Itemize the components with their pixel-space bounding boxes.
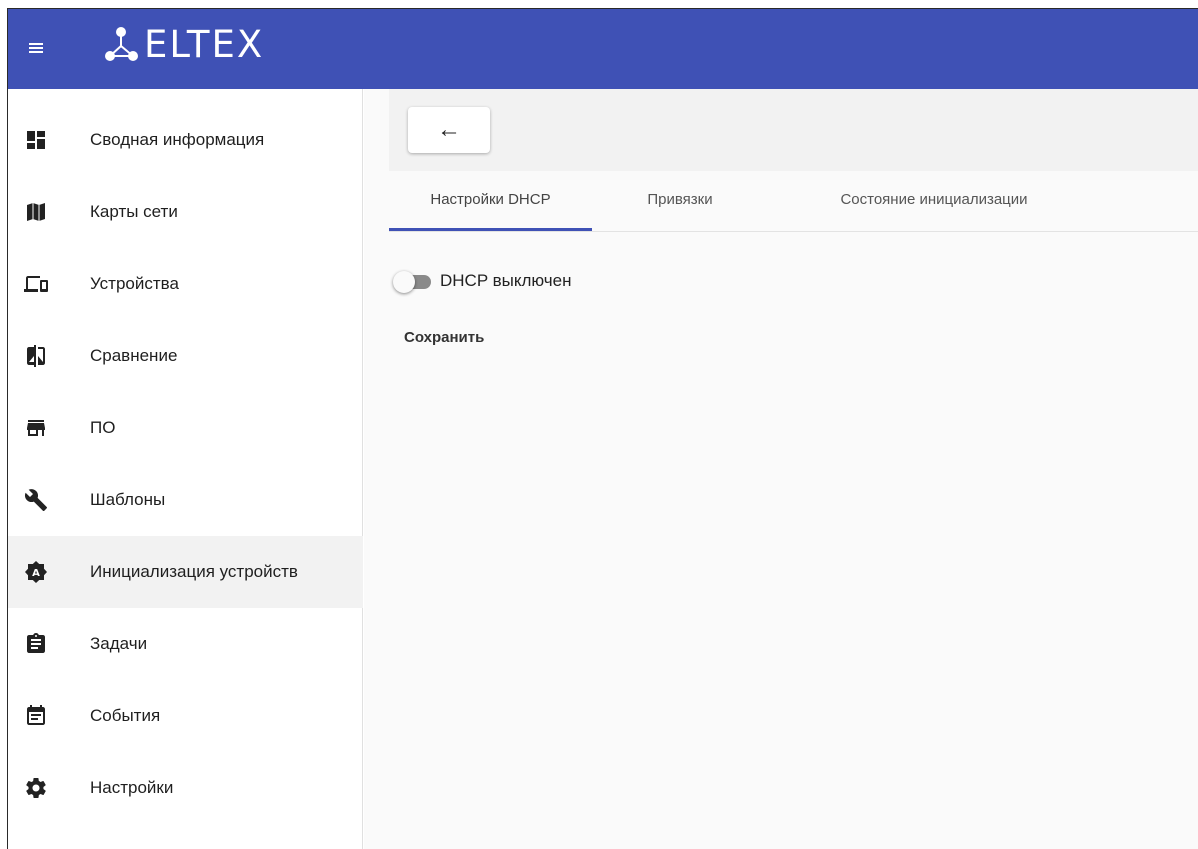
sidebar-item-devices[interactable]: Устройства	[8, 248, 363, 320]
compare-icon	[27, 345, 45, 367]
devices-icon	[24, 276, 48, 292]
tab-init-status[interactable]: Состояние инициализации	[809, 171, 1059, 232]
wrench-icon	[24, 489, 47, 511]
active-tab-indicator	[389, 228, 592, 231]
back-button[interactable]: ←	[408, 107, 490, 153]
gear-icon	[26, 778, 46, 799]
sidebar-item-compare[interactable]: Сравнение	[8, 320, 363, 392]
sidebar-item-label: События	[90, 706, 161, 725]
sidebar-item-network-maps[interactable]: Карты сети	[8, 176, 363, 248]
svg-text:A: A	[32, 568, 40, 579]
tab-dhcp-settings[interactable]: Настройки DHCP	[389, 171, 592, 232]
app-window: ELTEX Сводная информация Карты сети Устр…	[7, 8, 1198, 849]
logo-text: ELTEX	[144, 23, 265, 66]
hamburger-menu-icon[interactable]	[25, 36, 47, 60]
tab-label: Состояние инициализации	[840, 191, 1028, 208]
eltex-logo-icon	[105, 27, 138, 61]
sidebar-item-label: Карты сети	[90, 202, 178, 221]
sidebar-item-label: Устройства	[90, 274, 179, 293]
top-app-bar: ELTEX	[8, 9, 1198, 89]
back-toolbar: ←	[389, 89, 1198, 171]
arrow-left-icon: ←	[437, 116, 461, 143]
sidebar-item-events[interactable]: События	[8, 680, 363, 752]
sidebar-item-label: Настройки	[90, 778, 174, 797]
sidebar-item-device-init[interactable]: A Инициализация устройств	[8, 536, 363, 608]
sidebar-item-settings[interactable]: Настройки	[8, 752, 363, 824]
sidebar-item-label: Сравнение	[90, 346, 178, 365]
save-button[interactable]: Сохранить	[404, 329, 484, 346]
dashboard-icon	[27, 131, 45, 149]
sidebar-item-tasks[interactable]: Задачи	[8, 608, 363, 680]
map-icon	[27, 203, 45, 221]
dhcp-toggle-label: DHCP выключен	[440, 271, 572, 290]
sidebar-nav: Сводная информация Карты сети Устройства…	[8, 89, 363, 849]
tab-label: Привязки	[647, 191, 713, 208]
brand-logo: ELTEX	[102, 21, 264, 69]
tab-label: Настройки DHCP	[430, 191, 551, 208]
sidebar-item-software[interactable]: ПО	[8, 392, 363, 464]
sidebar-item-templates[interactable]: Шаблоны	[8, 464, 363, 536]
sidebar-item-label: Инициализация устройств	[90, 562, 298, 581]
store-icon	[27, 420, 45, 436]
sidebar-item-label: ПО	[90, 418, 116, 437]
clipboard-icon	[27, 633, 45, 653]
tab-bar: Настройки DHCP Привязки Состояние инициа…	[389, 171, 1198, 232]
sidebar-item-label: Шаблоны	[90, 490, 166, 509]
tab-bindings[interactable]: Привязки	[625, 171, 735, 232]
sidebar-item-summary[interactable]: Сводная информация	[8, 104, 363, 176]
sidebar-item-label: Сводная информация	[90, 130, 265, 149]
main-content: ← Настройки DHCP Привязки Состояние иниц…	[364, 89, 1198, 849]
sidebar-item-label: Задачи	[90, 634, 148, 653]
event-icon	[27, 705, 45, 725]
auto-init-icon: A	[25, 561, 47, 583]
toggle-knob[interactable]	[393, 271, 415, 293]
